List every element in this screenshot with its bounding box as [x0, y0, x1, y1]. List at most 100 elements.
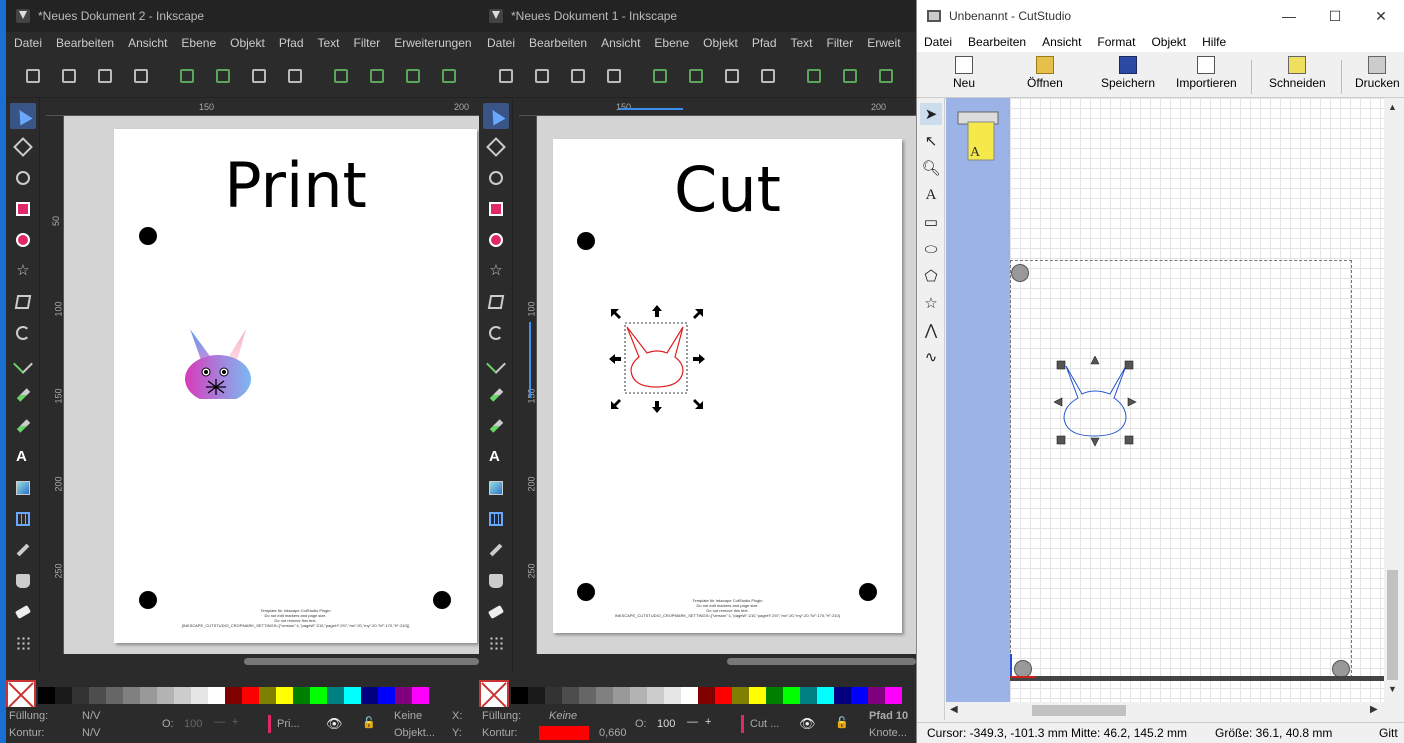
close-button[interactable]: ✕ [1358, 0, 1404, 32]
star-tool[interactable]: ☆ [10, 258, 36, 284]
ellipse-tool[interactable] [10, 227, 36, 253]
spiral-tool[interactable] [10, 320, 36, 346]
rectangle-tool[interactable] [483, 196, 509, 222]
color-swatch[interactable] [242, 686, 259, 704]
scroll-up-icon[interactable]: ▲ [1388, 102, 1397, 112]
menu-item-ansicht[interactable]: Ansicht [128, 36, 167, 50]
page-heading-text[interactable]: Cut [553, 153, 902, 226]
pencil-tool[interactable] [483, 382, 509, 408]
gradient-tool[interactable] [10, 475, 36, 501]
eye-icon[interactable]: 👁 [326, 716, 343, 732]
horizontal-scrollbar[interactable]: ◀ ▶ [946, 702, 1384, 719]
rotate-cw-button[interactable] [681, 63, 711, 89]
color-swatch[interactable] [395, 686, 412, 704]
horizontal-scrollbar[interactable] [537, 654, 916, 668]
rotate-ccw-button[interactable] [645, 63, 675, 89]
scrollbar-thumb[interactable] [727, 658, 916, 665]
no-paint-swatch[interactable] [6, 680, 36, 710]
dropper-tool[interactable] [483, 537, 509, 563]
menu-item-text[interactable]: Text [791, 36, 813, 50]
menu-item-objekt[interactable]: Objekt [1151, 35, 1186, 49]
deselect-button[interactable] [563, 63, 593, 89]
color-swatch[interactable] [528, 686, 545, 704]
color-swatch[interactable] [868, 686, 885, 704]
color-swatch[interactable] [749, 686, 766, 704]
color-swatch[interactable] [208, 686, 225, 704]
title-bar[interactable]: *Neues Dokument 2 - Inkscape [6, 0, 479, 32]
tweak-tool[interactable] [10, 165, 36, 191]
cutter-device-icon[interactable]: A [954, 106, 1002, 162]
menu-item-bearbeiten[interactable]: Bearbeiten [529, 36, 587, 50]
color-swatch[interactable] [834, 686, 851, 704]
stroke-value[interactable]: N/V [82, 727, 100, 739]
vertical-scrollbar[interactable]: ▲ ▼ [1384, 98, 1401, 702]
drawing-canvas[interactable]: Cut Template für Inkscape CutStudio Plug… [537, 116, 916, 654]
touch-select-button[interactable] [126, 63, 156, 89]
color-swatch[interactable] [72, 686, 89, 704]
ellipse-tool[interactable]: ⬭ [920, 238, 942, 260]
spray-tool[interactable] [483, 630, 509, 656]
scroll-down-icon[interactable]: ▼ [1388, 684, 1397, 694]
polyline-tool[interactable]: ⋀ [920, 319, 942, 341]
flip-horizontal-button[interactable] [244, 63, 274, 89]
menu-item-filter[interactable]: Filter [354, 36, 381, 50]
color-swatch[interactable] [511, 686, 528, 704]
color-swatch[interactable] [613, 686, 630, 704]
pen-tool[interactable] [10, 351, 36, 377]
eraser-tool[interactable] [483, 599, 509, 625]
menu-item-erweiterungen[interactable]: Erweit [867, 36, 900, 50]
box-3d-tool[interactable] [10, 289, 36, 315]
plus-icon[interactable]: + [705, 716, 711, 728]
scale-handles[interactable] [609, 305, 705, 413]
menu-item-objekt[interactable]: Objekt [230, 36, 265, 50]
color-swatch[interactable] [630, 686, 647, 704]
menu-item-pfad[interactable]: Pfad [752, 36, 777, 50]
maximize-button[interactable]: ☐ [1312, 0, 1358, 32]
horizontal-ruler[interactable]: 150 200 [519, 98, 916, 116]
color-swatch[interactable] [647, 686, 664, 704]
select-all-layers-button[interactable] [527, 63, 557, 89]
menu-item-datei[interactable]: Datei [924, 35, 952, 49]
bunny-outline-path[interactable] [1063, 365, 1127, 437]
fill-value[interactable]: N/V [82, 710, 100, 722]
text-tool[interactable]: A [483, 444, 509, 470]
color-swatch[interactable] [579, 686, 596, 704]
select-all-layers-button[interactable] [54, 63, 84, 89]
lower-button[interactable] [871, 63, 901, 89]
eraser-tool[interactable] [10, 599, 36, 625]
print-button[interactable]: Drucken [1355, 56, 1400, 90]
color-swatch[interactable] [412, 686, 429, 704]
menu-item-bearbeiten[interactable]: Bearbeiten [56, 36, 114, 50]
node-edit-tool[interactable]: ↖ [920, 130, 942, 152]
color-swatch[interactable] [800, 686, 817, 704]
color-swatch[interactable] [191, 686, 208, 704]
color-swatch[interactable] [259, 686, 276, 704]
color-swatch[interactable] [174, 686, 191, 704]
color-swatch[interactable] [327, 686, 344, 704]
vertical-ruler[interactable]: 100 150 200 250 [519, 116, 537, 654]
menu-item-datei[interactable]: Datei [487, 36, 515, 50]
tweak-tool[interactable] [483, 165, 509, 191]
horizontal-ruler[interactable]: 150 200 [46, 98, 479, 116]
color-swatch[interactable] [715, 686, 732, 704]
select-all-button[interactable] [18, 63, 48, 89]
vertical-ruler[interactable]: 50 100 150 200 250 [46, 116, 64, 654]
stroke-width-value[interactable]: 0,660 [599, 727, 627, 739]
star-tool[interactable]: ☆ [920, 292, 942, 314]
polygon-tool[interactable]: ⬠ [920, 265, 942, 287]
drawing-canvas[interactable]: Print Template für Inkscape CutStudio Pl… [64, 116, 479, 654]
spiral-tool[interactable] [483, 320, 509, 346]
color-swatch[interactable] [732, 686, 749, 704]
color-swatch[interactable] [596, 686, 613, 704]
calligraphy-tool[interactable] [483, 413, 509, 439]
curve-tool[interactable]: ∿ [920, 346, 942, 368]
paint-bucket-tool[interactable] [10, 568, 36, 594]
ellipse-tool[interactable] [483, 227, 509, 253]
menu-item-text[interactable]: Text [318, 36, 340, 50]
lock-icon[interactable]: 🔓 [835, 716, 849, 729]
raise-to-top-button[interactable] [799, 63, 829, 89]
menu-item-pfad[interactable]: Pfad [279, 36, 304, 50]
plus-icon[interactable]: + [232, 716, 238, 728]
flip-vertical-button[interactable] [280, 63, 310, 89]
stroke-color-swatch[interactable] [539, 726, 589, 740]
